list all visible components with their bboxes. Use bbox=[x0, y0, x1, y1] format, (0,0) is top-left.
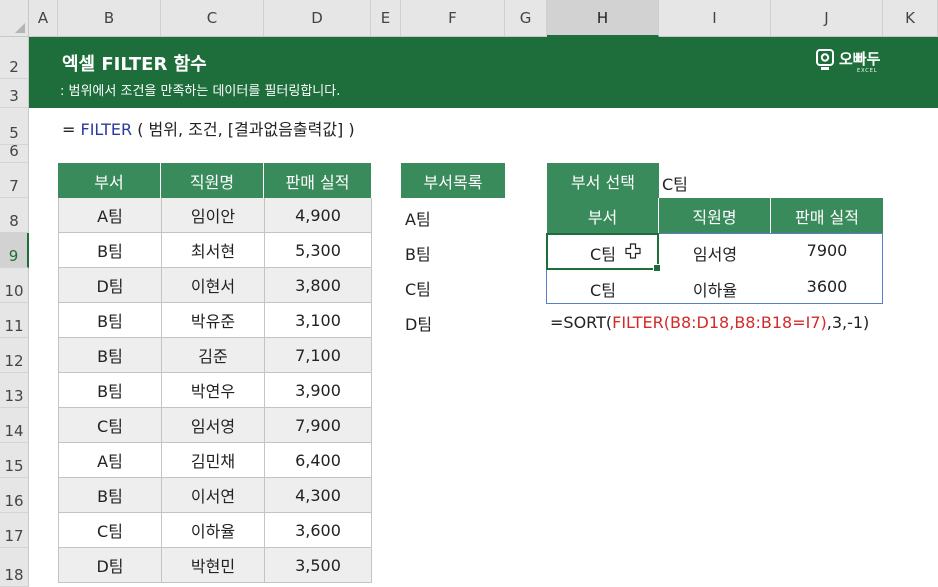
brand-logo: 오빠두 EXCEL bbox=[815, 46, 895, 76]
main-table-cell[interactable]: 3,600 bbox=[265, 513, 372, 548]
dept-select-value[interactable]: C팀 bbox=[662, 171, 688, 195]
formula-text[interactable]: =SORT(FILTER(B8:D18,B8:B18=I7),3,-1) bbox=[550, 313, 869, 332]
row-header-12[interactable]: 12 bbox=[0, 338, 29, 373]
col-header-j[interactable]: J bbox=[771, 0, 883, 37]
dept-list-item[interactable]: D팀 bbox=[405, 311, 432, 335]
main-table-cell[interactable]: 이현서 bbox=[162, 268, 265, 303]
main-table-cell[interactable]: 7,900 bbox=[265, 408, 372, 443]
select-all-corner[interactable] bbox=[0, 0, 29, 37]
row-header-11[interactable]: 11 bbox=[0, 303, 29, 338]
formula-part-filter: FILTER(B8:D18,B8:B18=I7) bbox=[612, 313, 827, 332]
row-header-5[interactable]: 5 bbox=[0, 108, 29, 145]
result-header-sales[interactable]: 판매 실적 bbox=[771, 198, 883, 233]
row-header-7[interactable]: 7 bbox=[0, 163, 29, 198]
col-header-b[interactable]: B bbox=[58, 0, 161, 37]
col-header-a[interactable]: A bbox=[29, 0, 58, 37]
col-header-i[interactable]: I bbox=[659, 0, 771, 37]
main-table-cell[interactable]: 4,300 bbox=[265, 478, 372, 513]
main-table-cell[interactable]: 김준 bbox=[162, 338, 265, 373]
col-header-e[interactable]: E bbox=[371, 0, 401, 37]
formula-part-args: ,3,-1) bbox=[826, 313, 870, 332]
col-header-k[interactable]: K bbox=[883, 0, 938, 37]
main-table-cell[interactable]: 이서연 bbox=[162, 478, 265, 513]
main-header-name[interactable]: 직원명 bbox=[161, 163, 264, 198]
main-table-cell[interactable]: A팀 bbox=[59, 443, 162, 478]
main-table-cell[interactable]: C팀 bbox=[59, 513, 162, 548]
main-header-dept[interactable]: 부서 bbox=[58, 163, 161, 198]
row-header-10[interactable]: 10 bbox=[0, 268, 29, 303]
col-header-f[interactable]: F bbox=[401, 0, 505, 37]
main-table-cell[interactable]: 4,900 bbox=[265, 198, 372, 233]
main-table-cell[interactable]: D팀 bbox=[59, 548, 162, 583]
row-header-13[interactable]: 13 bbox=[0, 373, 29, 408]
page-subtitle: : 범위에서 조건을 만족하는 데이터를 필터링합니다. bbox=[60, 84, 341, 99]
result-header-dept[interactable]: 부서 bbox=[547, 198, 659, 233]
row-header-15[interactable]: 15 bbox=[0, 443, 29, 478]
row-header-8[interactable]: 8 bbox=[0, 198, 29, 233]
dept-list-header[interactable]: 부서목록 bbox=[401, 163, 505, 198]
main-table-cell[interactable]: B팀 bbox=[59, 373, 162, 408]
main-table-cell[interactable]: 이하율 bbox=[162, 513, 265, 548]
formula-part-sort: =SORT( bbox=[550, 313, 613, 332]
active-cell-selection[interactable] bbox=[546, 233, 661, 272]
row-header-18[interactable]: 18 bbox=[0, 548, 29, 587]
main-table-cell[interactable]: B팀 bbox=[59, 303, 162, 338]
main-table-cell[interactable]: 7,100 bbox=[265, 338, 372, 373]
row-header-3[interactable]: 3 bbox=[0, 79, 29, 108]
row-header-6[interactable]: 6 bbox=[0, 142, 29, 163]
main-table-cell[interactable]: 3,900 bbox=[265, 373, 372, 408]
main-table-cell[interactable]: 박현민 bbox=[162, 548, 265, 583]
main-table-cell[interactable]: 6,400 bbox=[265, 443, 372, 478]
main-table-cell[interactable]: 임서영 bbox=[162, 408, 265, 443]
main-table-cell[interactable]: 5,300 bbox=[265, 233, 372, 268]
main-header-sales[interactable]: 판매 실적 bbox=[264, 163, 371, 198]
row-header-2[interactable]: 2 bbox=[0, 37, 29, 79]
main-table-cell[interactable]: B팀 bbox=[59, 338, 162, 373]
main-table-cell[interactable]: D팀 bbox=[59, 268, 162, 303]
result-header-name[interactable]: 직원명 bbox=[659, 198, 771, 233]
main-table-cell[interactable]: 최서현 bbox=[162, 233, 265, 268]
col-header-d[interactable]: D bbox=[264, 0, 371, 37]
col-header-g[interactable]: G bbox=[505, 0, 547, 37]
main-table-cell[interactable]: 3,100 bbox=[265, 303, 372, 338]
syntax-prefix: = bbox=[62, 120, 81, 139]
brand-subname: EXCEL bbox=[857, 68, 878, 74]
main-table-cell[interactable]: 김민채 bbox=[162, 443, 265, 478]
row-header-14[interactable]: 14 bbox=[0, 408, 29, 443]
col-header-h[interactable]: H bbox=[547, 0, 659, 37]
main-table-cell[interactable]: 박유준 bbox=[162, 303, 265, 338]
syntax-line[interactable]: = FILTER ( 범위, 조건, [결과없음출력값] ) bbox=[62, 116, 355, 140]
main-table-cell[interactable]: 3,800 bbox=[265, 268, 372, 303]
main-table-cell[interactable]: 박연우 bbox=[162, 373, 265, 408]
brand-logo-icon bbox=[816, 49, 834, 70]
main-table-cell[interactable]: 3,500 bbox=[265, 548, 372, 583]
page-title: 엑셀 FILTER 함수 bbox=[62, 54, 207, 75]
syntax-args: ( 범위, 조건, [결과없음출력값] ) bbox=[132, 120, 355, 139]
main-table-cell[interactable]: A팀 bbox=[59, 198, 162, 233]
main-table-body: A팀 임이안 4,900 B팀 최서현 5,300 D팀 이현서 3,800 B팀 박유준 3,100… bbox=[58, 198, 372, 583]
main-table-cell[interactable]: C팀 bbox=[59, 408, 162, 443]
main-table-cell[interactable]: B팀 bbox=[59, 478, 162, 513]
brand-name: 오빠두 bbox=[839, 50, 881, 68]
dept-select-label[interactable]: 부서 선택 bbox=[547, 163, 659, 198]
main-table-cell[interactable]: 임이안 bbox=[162, 198, 265, 233]
dept-list-item[interactable]: A팀 bbox=[405, 206, 431, 230]
cell-cursor-icon bbox=[625, 243, 641, 259]
dept-list-item[interactable]: B팀 bbox=[405, 241, 431, 265]
dept-list-item[interactable]: C팀 bbox=[405, 276, 431, 300]
col-header-c[interactable]: C bbox=[161, 0, 264, 37]
syntax-function: FILTER bbox=[80, 120, 133, 139]
main-table-cell[interactable]: B팀 bbox=[59, 233, 162, 268]
row-header-9[interactable]: 9 bbox=[0, 233, 29, 268]
row-header-16[interactable]: 16 bbox=[0, 478, 29, 513]
row-header-17[interactable]: 17 bbox=[0, 513, 29, 548]
